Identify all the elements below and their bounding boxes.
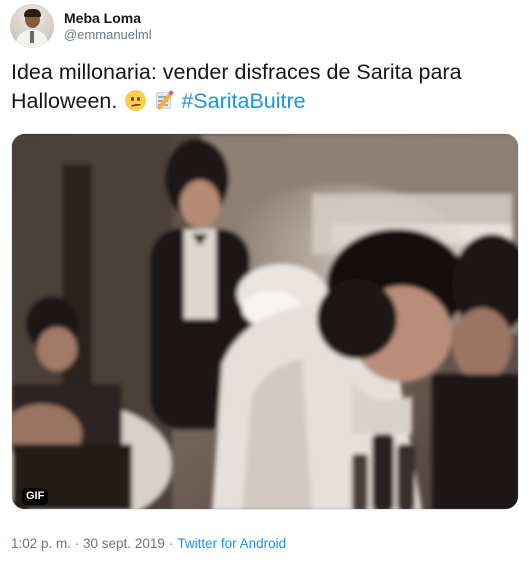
author-info: Meba Loma @emmanuelml bbox=[64, 9, 152, 43]
user-handle[interactable]: @emmanuelml bbox=[64, 27, 152, 43]
gif-media[interactable]: GIF bbox=[11, 133, 519, 510]
memo-icon bbox=[154, 90, 176, 111]
woozy-face-icon bbox=[125, 90, 147, 111]
tweet-timestamp[interactable]: 1:02 p. m. · 30 sept. 2019 bbox=[11, 536, 165, 551]
gif-badge: GIF bbox=[22, 488, 49, 505]
avatar-tie bbox=[30, 31, 34, 43]
tweet-meta: 1:02 p. m. · 30 sept. 2019 · Twitter for A… bbox=[11, 535, 286, 553]
hashtag-link[interactable]: #SaritaBuitre bbox=[181, 89, 305, 113]
avatar[interactable] bbox=[10, 4, 54, 48]
display-name[interactable]: Meba Loma bbox=[64, 9, 152, 27]
tweet-source-link[interactable]: Twitter for Android bbox=[177, 536, 286, 551]
meta-separator: · bbox=[168, 536, 174, 551]
gif-frame bbox=[12, 134, 518, 509]
avatar-hair bbox=[24, 9, 41, 17]
tweet-header: Meba Loma @emmanuelml bbox=[10, 4, 152, 48]
tweet-card: Meba Loma @emmanuelml Idea millonaria: v… bbox=[0, 0, 529, 573]
tweet-text: Idea millonaria: vender disfraces de Sar… bbox=[11, 58, 519, 116]
